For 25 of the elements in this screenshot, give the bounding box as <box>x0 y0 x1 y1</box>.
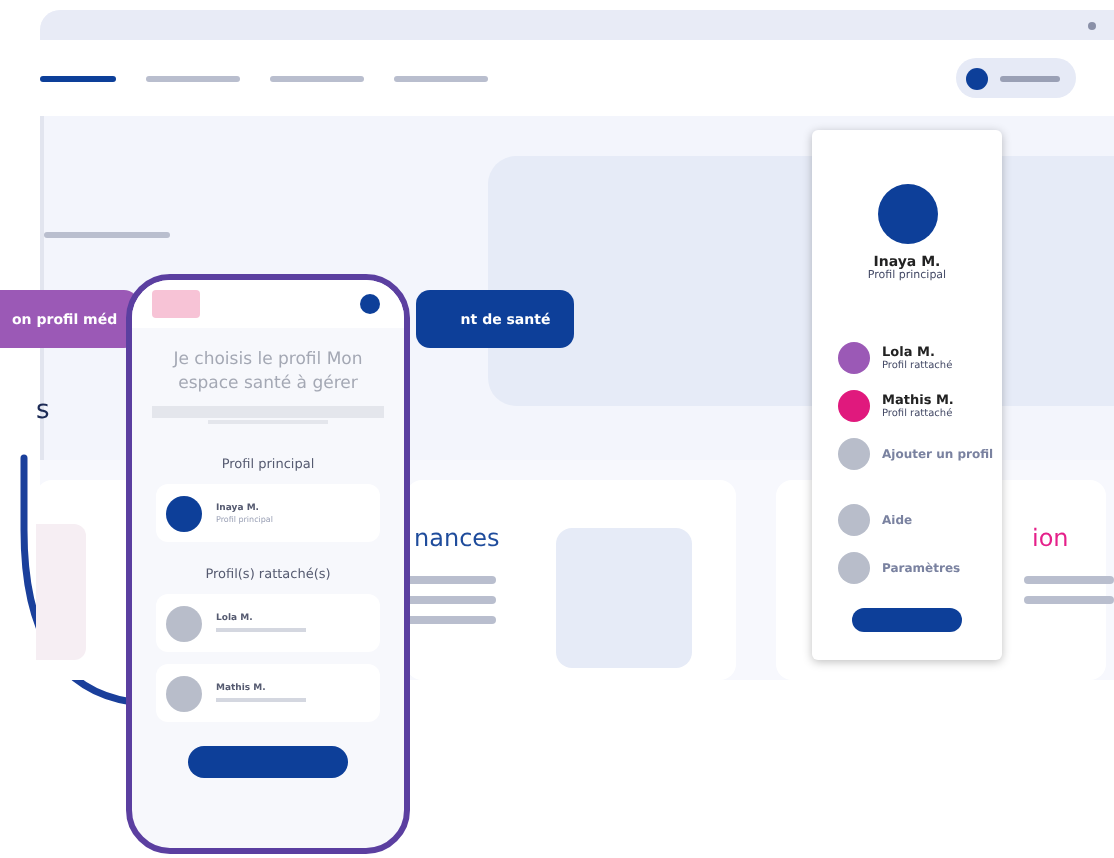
card-image <box>36 524 86 660</box>
nav-tab[interactable] <box>40 75 116 81</box>
card-image <box>556 528 692 668</box>
section-title: s <box>36 396 50 426</box>
phone-heading: Je choisis le profil Mon espace santé à gérer <box>170 348 365 396</box>
text-line <box>406 616 496 624</box>
menu-button[interactable] <box>852 608 962 632</box>
text-line <box>1024 596 1114 604</box>
avatar-icon <box>360 294 380 314</box>
circle-icon <box>838 552 870 584</box>
circle-icon <box>838 438 870 470</box>
avatar-icon <box>877 184 937 244</box>
card-title: nances <box>414 524 496 552</box>
circle-icon <box>838 504 870 536</box>
text-line <box>216 628 306 632</box>
logo-icon <box>152 290 200 318</box>
text-line <box>406 596 496 604</box>
text-line <box>44 232 170 238</box>
dot-icon <box>1088 21 1096 29</box>
text-line <box>1024 576 1114 584</box>
text-line <box>406 576 496 584</box>
account-button[interactable] <box>956 58 1076 98</box>
continue-button[interactable] <box>188 746 348 778</box>
text-line <box>216 698 306 702</box>
card-title: ion <box>1032 524 1071 552</box>
